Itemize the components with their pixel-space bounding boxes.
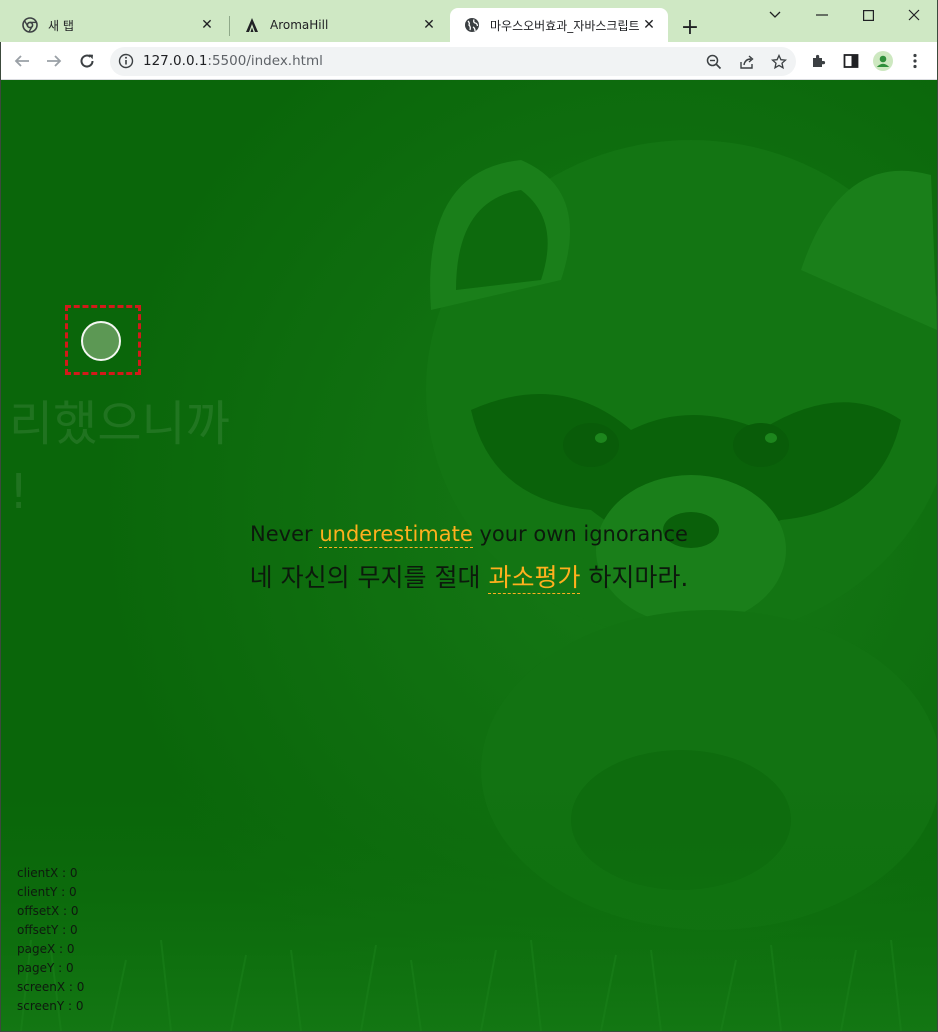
tab-aromahill[interactable]: AromaHill ✕ — [230, 8, 448, 42]
tab-title: 새 탭 — [48, 18, 74, 33]
arrow-right-icon — [47, 55, 62, 67]
coord-page-y: pageY : 0 — [17, 961, 74, 975]
quote-english: Never underestimate your own ignorance — [1, 522, 937, 548]
maximize-button[interactable] — [845, 0, 891, 30]
quote-ko-after: 하지마라. — [580, 563, 689, 592]
side-panel-icon — [843, 54, 859, 68]
forward-button[interactable] — [40, 47, 68, 75]
tab-search-button[interactable] — [752, 0, 798, 30]
close-icon[interactable]: ✕ — [640, 16, 658, 34]
coord-client-x: clientX : 0 — [17, 866, 78, 880]
bookmark-star-icon[interactable] — [768, 51, 790, 73]
quote-korean: 네 자신의 무지를 절대 과소평가 하지마라. — [1, 558, 937, 594]
quote-ko-before: 네 자신의 무지를 절대 — [249, 563, 489, 592]
tab-strip: 새 탭 ✕ AromaHill ✕ 마우스오버효과_자바스크립트 ✕ + — [0, 0, 938, 42]
raccoon-background-image — [1, 80, 937, 1031]
close-icon[interactable]: ✕ — [198, 16, 216, 34]
reload-icon — [80, 54, 94, 68]
chevron-down-icon — [769, 11, 781, 18]
maximize-icon — [862, 9, 874, 21]
cursor-circle — [81, 321, 121, 361]
quote-en-after: your own ignorance — [472, 522, 688, 546]
quote-en-highlight[interactable]: underestimate — [319, 522, 473, 548]
coord-offset-y: offsetY : 0 — [17, 923, 78, 937]
faded-background-text: 리했으니까 ! — [9, 396, 230, 520]
new-tab-button[interactable]: + — [676, 13, 704, 41]
quote-ko-highlight[interactable]: 과소평가 — [488, 563, 581, 594]
chrome-icon — [22, 17, 38, 33]
minimize-icon — [816, 14, 828, 16]
tab-mouseover-effect[interactable]: 마우스오버효과_자바스크립트 ✕ — [450, 8, 668, 42]
menu-button[interactable] — [901, 47, 929, 75]
url-path: :5500/index.html — [207, 53, 323, 69]
puzzle-icon — [813, 54, 826, 67]
close-icon — [908, 9, 920, 21]
side-panel-button[interactable] — [837, 47, 865, 75]
close-window-button[interactable] — [891, 0, 937, 30]
zoom-icon[interactable] — [703, 51, 725, 73]
extensions-button[interactable] — [805, 47, 833, 75]
arrow-left-icon — [14, 55, 29, 67]
reload-button[interactable] — [73, 47, 101, 75]
aroma-hill-icon — [244, 17, 260, 33]
mouse-coordinates-panel: clientX : 0 clientY : 0 offsetX : 0 offs… — [17, 864, 84, 1016]
url-host: 127.0.0.1 — [143, 53, 208, 69]
info-icon[interactable] — [118, 53, 134, 69]
coord-page-x: pageX : 0 — [17, 942, 75, 956]
coord-client-y: clientY : 0 — [17, 885, 77, 899]
quote-en-before: Never — [250, 522, 320, 546]
tab-title: 마우스오버효과_자바스크립트 — [490, 18, 640, 33]
tab-title: AromaHill — [270, 18, 329, 32]
page-viewport[interactable]: 리했으니까 ! Never underestimate your own ign… — [1, 80, 937, 1031]
url-text: 127.0.0.1:5500/index.html — [143, 53, 323, 69]
address-bar[interactable]: 127.0.0.1:5500/index.html — [110, 47, 796, 76]
tab-new-tab[interactable]: 새 탭 ✕ — [8, 8, 226, 42]
browser-toolbar: 127.0.0.1:5500/index.html — [0, 42, 938, 80]
minimize-button[interactable] — [799, 0, 845, 30]
window-border — [0, 42, 1, 1032]
kebab-menu-icon — [913, 53, 917, 69]
globe-icon — [464, 17, 480, 33]
back-button[interactable] — [8, 47, 36, 75]
avatar-icon — [873, 51, 893, 71]
coord-screen-x: screenX : 0 — [17, 980, 85, 994]
coord-offset-x: offsetX : 0 — [17, 904, 79, 918]
profile-button[interactable] — [869, 47, 897, 75]
share-icon[interactable] — [736, 51, 758, 73]
coord-screen-y: screenY : 0 — [17, 999, 84, 1013]
close-icon[interactable]: ✕ — [420, 16, 438, 34]
